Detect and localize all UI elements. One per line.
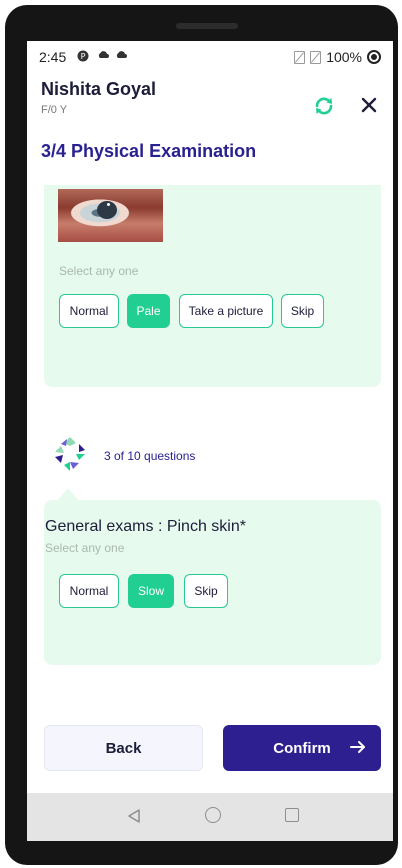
confirm-button[interactable]: Confirm	[223, 725, 381, 771]
status-time: 2:45	[39, 49, 67, 65]
battery-percent: 100%	[326, 49, 362, 65]
phone-speaker	[176, 23, 238, 29]
close-icon[interactable]	[357, 93, 381, 117]
nav-home-icon[interactable]	[205, 807, 221, 823]
section-title: 3/4 Physical Examination	[41, 141, 257, 161]
option-normal-current[interactable]: Normal	[59, 574, 119, 608]
confirm-label: Confirm	[273, 739, 331, 757]
option-normal[interactable]: Normal	[59, 294, 119, 328]
select-hint-current: Select any one	[45, 541, 125, 555]
option-skip[interactable]: Skip	[281, 294, 324, 328]
svg-text:P: P	[81, 52, 86, 61]
cloud-icon	[97, 50, 109, 63]
app-screen: 2:45 P 100% Nishita Goyal F/0 Y 3/4 Phys…	[27, 41, 393, 841]
no-sim-icon-2	[310, 50, 322, 64]
refresh-icon[interactable]	[313, 95, 335, 117]
nav-recents-icon[interactable]	[285, 808, 299, 822]
previous-question-card: Select any one Normal Pale Take a pictur…	[44, 185, 381, 387]
question-progress: 3 of 10 questions	[104, 449, 196, 463]
assistant-logo-icon	[51, 435, 89, 473]
option-slow[interactable]: Slow	[128, 574, 174, 608]
battery-icon	[367, 50, 381, 64]
status-bar: 2:45 P 100%	[27, 41, 393, 71]
patient-info: F/0 Y	[41, 104, 68, 116]
eye-glint	[107, 203, 110, 206]
notification-icon: P	[77, 50, 89, 65]
arrow-right-icon	[349, 738, 367, 756]
patient-name: Nishita Goyal	[41, 79, 157, 99]
option-take-picture[interactable]: Take a picture	[179, 294, 273, 328]
system-nav-bar	[27, 793, 393, 841]
no-sim-icon	[294, 50, 306, 64]
option-skip-current[interactable]: Skip	[184, 574, 228, 608]
nav-back-icon[interactable]	[127, 809, 141, 823]
select-hint: Select any one	[59, 264, 139, 278]
status-right: 100%	[294, 49, 381, 65]
cloud-icon-2	[115, 50, 127, 63]
eye-photo[interactable]	[58, 189, 163, 242]
option-pale[interactable]: Pale	[127, 294, 170, 328]
phone-frame: 2:45 P 100% Nishita Goyal F/0 Y 3/4 Phys…	[5, 5, 398, 865]
question-title: General exams : Pinch skin*	[45, 518, 246, 535]
bubble-tip	[58, 488, 78, 500]
back-button[interactable]: Back	[44, 725, 203, 771]
